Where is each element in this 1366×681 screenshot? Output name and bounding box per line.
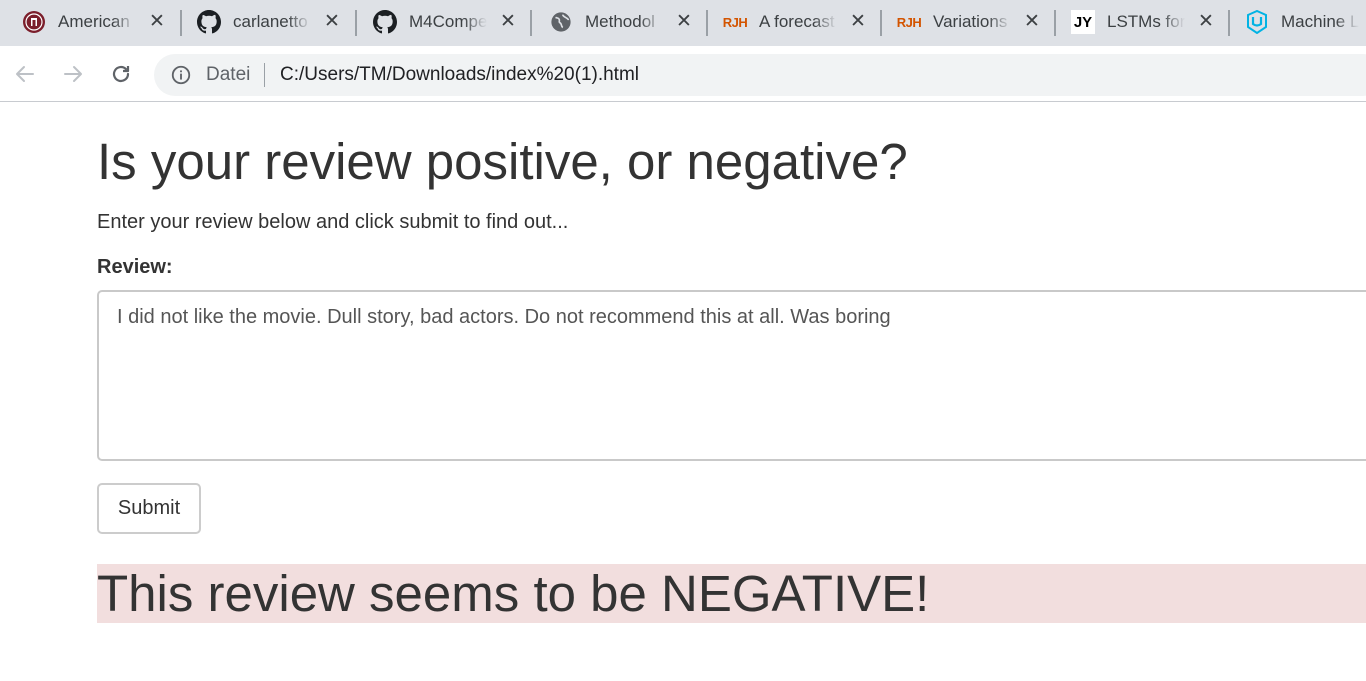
omnibox-divider xyxy=(264,63,265,87)
forward-arrow-icon[interactable] xyxy=(59,60,87,88)
github-icon xyxy=(373,10,397,34)
tab-separator xyxy=(880,10,882,36)
close-icon[interactable]: ✕ xyxy=(1195,11,1217,33)
tab-title: Variations xyxy=(933,12,1008,31)
globe-icon xyxy=(549,10,573,34)
page-title: Is your review positive, or negative? xyxy=(97,133,908,190)
result-alert: This review seems to be NEGATIVE! xyxy=(97,564,1366,623)
close-icon[interactable]: ✕ xyxy=(321,11,343,33)
close-icon[interactable]: ✕ xyxy=(1021,11,1043,33)
github-icon xyxy=(197,10,221,34)
close-icon[interactable]: ✕ xyxy=(673,11,695,33)
browser-toolbar: Datei C:/Users/TM/Downloads/index%20(1).… xyxy=(0,46,1366,102)
tab-title: American xyxy=(58,12,130,31)
university-seal-icon xyxy=(22,10,46,34)
back-arrow-icon[interactable] xyxy=(11,60,39,88)
close-icon[interactable]: ✕ xyxy=(146,11,168,33)
review-textarea[interactable]: I did not like the movie. Dull story, ba… xyxy=(97,290,1366,461)
reload-icon[interactable] xyxy=(107,60,135,88)
tab-strip: American ✕ carlanetto ✕ M4Compe ✕ Method… xyxy=(0,0,1366,46)
result-text: This review seems to be NEGATIVE! xyxy=(97,565,930,622)
tab-title: Methodol xyxy=(585,12,655,31)
tab-separator xyxy=(355,10,357,36)
tab-separator xyxy=(530,10,532,36)
url-text[interactable]: C:/Users/TM/Downloads/index%20(1).html xyxy=(280,64,639,86)
info-icon[interactable] xyxy=(170,64,192,86)
rjh-icon: RJH xyxy=(896,14,922,30)
submit-button[interactable]: Submit xyxy=(97,483,201,534)
udacity-icon xyxy=(1245,10,1269,34)
tab-title: M4Compe xyxy=(409,12,487,31)
page-intro: Enter your review below and click submit… xyxy=(97,211,569,233)
tab-title: Machine L xyxy=(1281,12,1359,31)
tab-separator xyxy=(706,10,708,36)
review-label: Review: xyxy=(97,256,173,278)
file-scheme-label: Datei xyxy=(206,64,251,85)
close-icon[interactable]: ✕ xyxy=(497,11,519,33)
tab-title: carlanetto xyxy=(233,12,308,31)
rjh-icon: RJH xyxy=(722,14,748,30)
tab-title: A forecast xyxy=(759,12,835,31)
address-bar[interactable]: Datei C:/Users/TM/Downloads/index%20(1).… xyxy=(154,54,1366,96)
tab-separator xyxy=(1228,10,1230,36)
tab-title: LSTMs for xyxy=(1107,12,1185,31)
tab-separator xyxy=(180,10,182,36)
close-icon[interactable]: ✕ xyxy=(847,11,869,33)
jy-icon: JY xyxy=(1071,10,1095,34)
tab-separator xyxy=(1054,10,1056,36)
